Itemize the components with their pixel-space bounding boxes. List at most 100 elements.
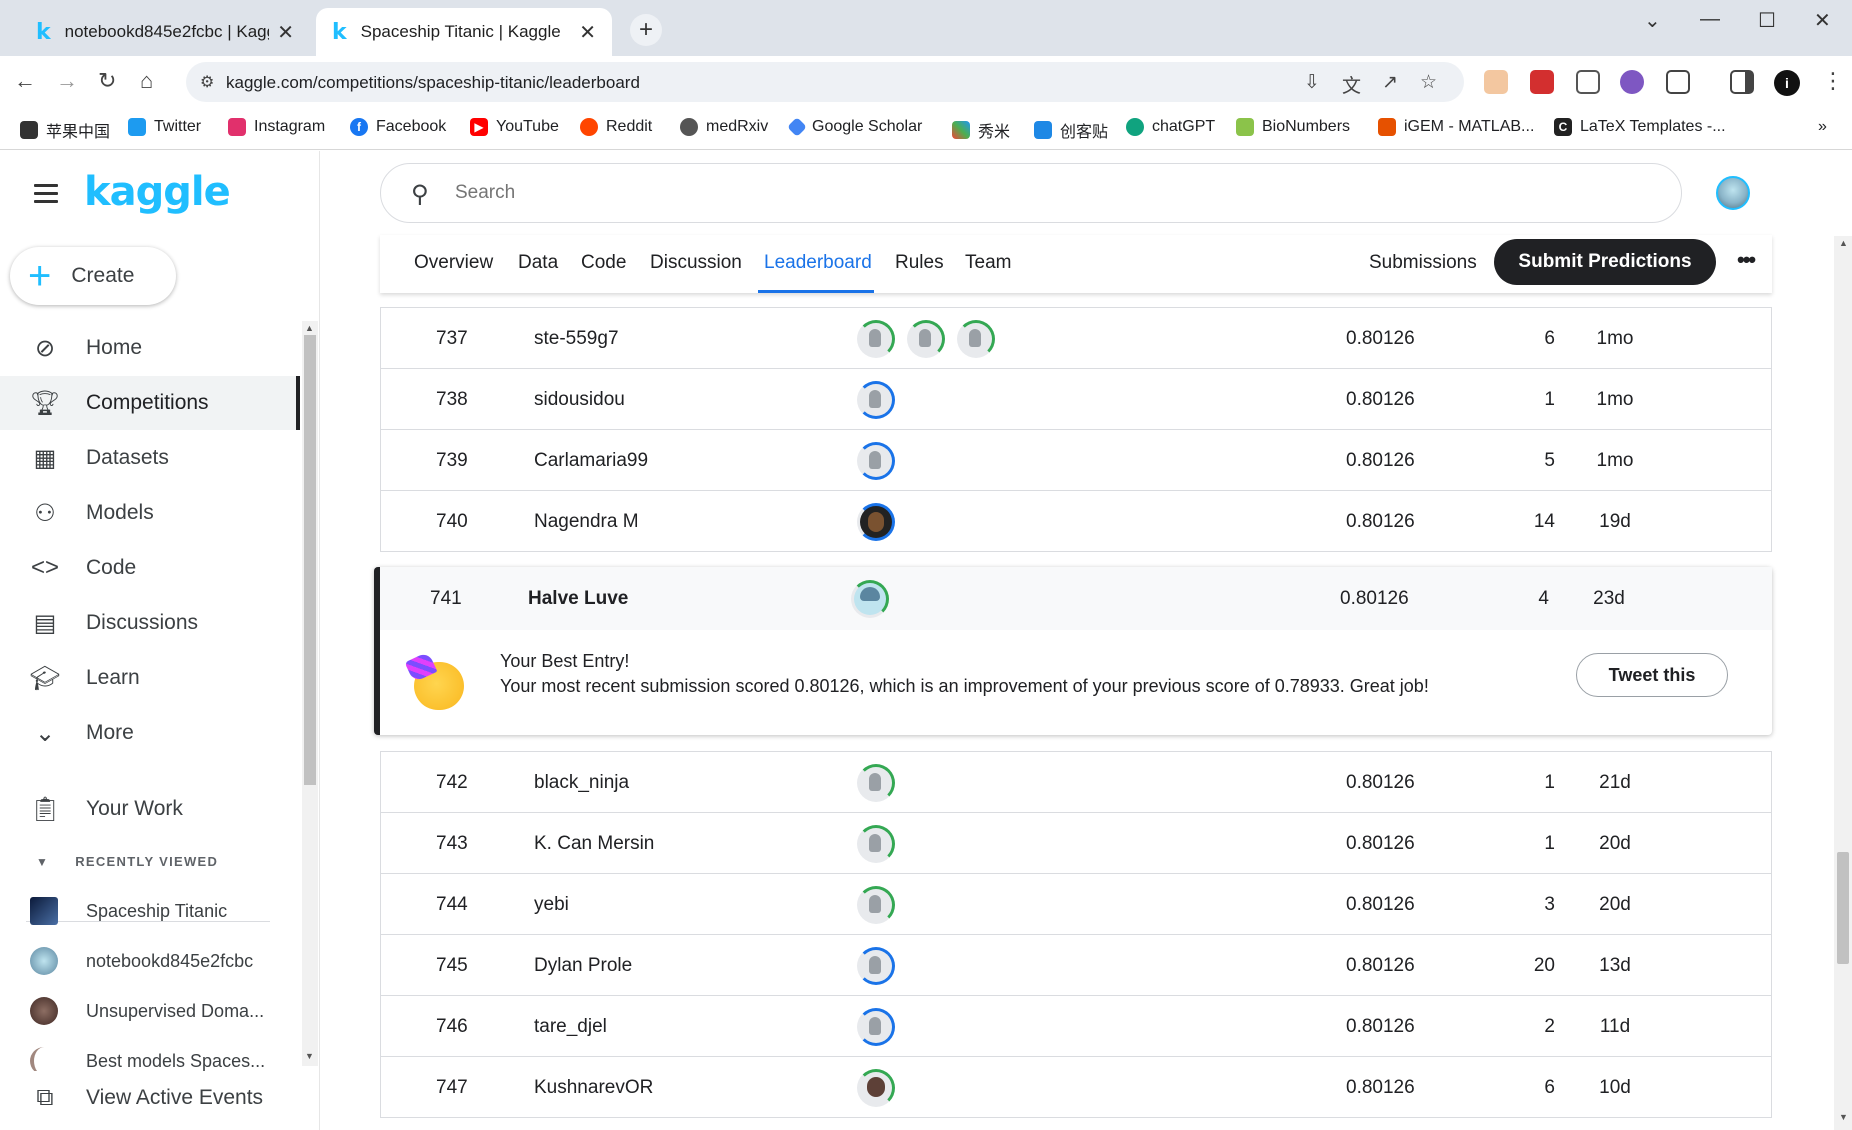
recently-viewed-heading[interactable]: ▼ RECENTLY VIEWED [36,854,218,869]
address-bar[interactable]: ⚙ kaggle.com/competitions/spaceship-tita… [186,62,1464,102]
back-icon[interactable]: ← [14,68,36,94]
table-row[interactable]: 746 tare_djel 0.80126 2 11d [381,996,1771,1057]
avatar[interactable] [851,580,889,618]
avatar[interactable] [857,1008,895,1046]
hamburger-menu-icon[interactable] [34,184,58,208]
bookmark-item[interactable]: f Facebook [350,118,446,136]
sidebar-scrollbar[interactable]: ▲ ▼ [302,321,318,1066]
install-icon[interactable]: ⇩ [1304,71,1320,94]
table-row[interactable]: 738 sidousidou 0.80126 1 1mo [381,369,1771,430]
team-name[interactable]: black_ninja [534,772,629,794]
table-row[interactable]: 737 ste-559g7 0.80126 6 1mo [381,308,1771,369]
recent-item[interactable]: Unsupervised Doma... [30,991,264,1031]
tab-overview[interactable]: Overview [414,252,493,274]
share-icon[interactable]: ↗ [1382,71,1398,94]
scroll-up-icon[interactable]: ▲ [1839,238,1848,248]
scroll-up-icon[interactable]: ▲ [305,323,314,333]
sidebar-item-home[interactable]: ⊘ Home [0,321,300,375]
forward-icon[interactable]: → [56,68,78,94]
menu-kebab-icon[interactable]: ⋮ [1822,68,1844,94]
extension-icon[interactable] [1620,70,1644,94]
extension-icon[interactable] [1576,70,1600,94]
puzzle-icon[interactable] [1666,70,1690,94]
bookmark-item[interactable]: medRxiv [680,118,768,136]
table-row[interactable]: 747 KushnarevOR 0.80126 6 10d [381,1057,1771,1118]
tab-team[interactable]: Team [965,252,1011,274]
bookmark-item[interactable]: 秀米 [952,118,1010,142]
close-tab-icon[interactable]: ✕ [579,20,596,45]
avatar[interactable] [907,320,945,358]
site-info-icon[interactable]: ⚙ [200,72,214,92]
sidebar-item-more[interactable]: ⌄ More [0,706,300,760]
bookmark-item[interactable]: BioNumbers [1236,118,1350,136]
avatar[interactable] [857,764,895,802]
more-options-icon[interactable]: ••• [1737,247,1756,273]
view-active-events[interactable]: ⧉ View Active Events [0,1071,300,1125]
table-row[interactable]: 745 Dylan Prole 0.80126 20 13d [381,935,1771,996]
extension-icon[interactable] [1484,70,1508,94]
sidebar-item-discussions[interactable]: ▤ Discussions [0,596,300,650]
avatar[interactable] [857,442,895,480]
bookmark-item[interactable]: Reddit [580,118,652,136]
more-bookmarks-icon[interactable]: » [1818,118,1827,136]
team-name[interactable]: ste-559g7 [534,328,619,350]
tweet-this-button[interactable]: Tweet this [1576,653,1728,697]
team-name[interactable]: Carlamaria99 [534,450,648,472]
tab-leaderboard[interactable]: Leaderboard [764,252,872,274]
avatar[interactable] [857,503,895,541]
new-tab-button[interactable]: + [630,14,662,46]
browser-tab[interactable]: k notebookd845e2fcbc | Kaggl ✕ [20,8,310,56]
reload-icon[interactable]: ↻ [98,68,116,94]
home-icon[interactable]: ⌂ [140,68,153,94]
avatar[interactable] [857,886,895,924]
sidebar-item-code[interactable]: <> Code [0,541,300,595]
close-tab-icon[interactable]: ✕ [277,20,294,45]
bookmark-item[interactable]: 苹果中国 [20,118,110,142]
bookmark-item[interactable]: Twitter [128,118,201,136]
team-name[interactable]: Nagendra M [534,511,639,533]
submissions-link[interactable]: Submissions [1369,252,1477,274]
profile-icon[interactable]: i [1774,70,1800,96]
close-window-icon[interactable]: ✕ [1814,8,1831,33]
avatar[interactable] [857,320,895,358]
translate-icon[interactable]: 文 [1342,71,1361,98]
search-input[interactable] [455,178,1655,208]
kaggle-logo[interactable]: kaggle [84,169,231,215]
recent-item[interactable]: notebookd845e2fcbc [30,941,253,981]
sidebar-item-models[interactable]: ⚇ Models [0,486,300,540]
tab-rules[interactable]: Rules [895,252,944,274]
team-name[interactable]: yebi [534,894,569,916]
bookmark-item[interactable]: Google Scholar [787,117,922,137]
bookmark-item[interactable]: C LaTeX Templates -... [1554,118,1726,136]
scroll-down-icon[interactable]: ▼ [305,1051,314,1061]
bookmark-item[interactable]: Instagram [228,118,325,136]
sidebar-item-your-work[interactable]: 📋︎ Your Work [0,782,300,836]
sidebar-item-datasets[interactable]: ▦ Datasets [0,431,300,485]
table-row[interactable]: 742 black_ninja 0.80126 1 21d [381,752,1771,813]
tab-data[interactable]: Data [518,252,558,274]
scroll-down-icon[interactable]: ▼ [1839,1112,1848,1122]
bookmark-item[interactable]: chatGPT [1126,118,1215,136]
sidebar-item-competitions[interactable]: 🏆︎ Competitions [0,376,300,430]
maximize-icon[interactable]: ☐ [1758,8,1776,33]
create-button[interactable]: + Create [10,247,176,305]
table-row-current-user[interactable]: 741 Halve Luve 0.80126 4 23d [380,567,1772,630]
bookmark-item[interactable]: iGEM - MATLAB... [1378,118,1534,136]
recent-item[interactable]: Spaceship Titanic [30,891,227,931]
table-row[interactable]: 744 yebi 0.80126 3 20d [381,874,1771,935]
page-scrollbar[interactable]: ▲ ▼ [1834,236,1852,1130]
sidebar-item-learn[interactable]: 🎓︎ Learn [0,651,300,705]
user-avatar[interactable] [1716,176,1750,210]
table-row[interactable]: 743 K. Can Mersin 0.80126 1 20d [381,813,1771,874]
table-row[interactable]: 739 Carlamaria99 0.80126 5 1mo [381,430,1771,491]
bookmark-item[interactable]: 创客贴 [1034,118,1108,142]
avatar[interactable] [857,1069,895,1107]
team-name[interactable]: sidousidou [534,389,625,411]
browser-tab-active[interactable]: k Spaceship Titanic | Kaggle ✕ [316,8,612,56]
team-name[interactable]: Halve Luve [528,588,628,610]
tab-discussion[interactable]: Discussion [650,252,742,274]
scrollbar-thumb[interactable] [304,335,316,785]
table-row[interactable]: 740 Nagendra M 0.80126 14 19d [381,491,1771,552]
avatar[interactable] [857,381,895,419]
tab-search-icon[interactable]: ⌄ [1644,8,1661,33]
